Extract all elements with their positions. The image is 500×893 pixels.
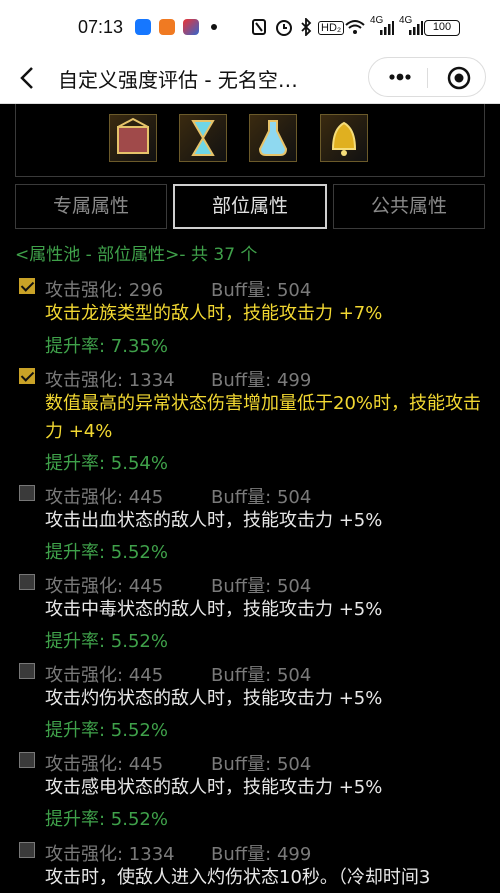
status-time: 07:13 <box>78 17 124 37</box>
buff-amount: Buff量: 499 <box>211 370 312 391</box>
improvement-rate: 提升率: 5.52% <box>45 542 168 563</box>
checkbox[interactable] <box>19 485 35 501</box>
tab-part-attributes[interactable]: 部位属性 <box>173 184 327 229</box>
improvement-rate: 提升率: 5.52% <box>45 631 168 652</box>
nfc-icon <box>252 19 266 35</box>
alarm-icon <box>276 20 292 36</box>
buff-amount: Buff量: 504 <box>211 665 312 686</box>
item-description: 攻击出血状态的敌人时，技能攻击力 +5% <box>45 510 383 531</box>
page-title: 自定义强度评估 - 无名空… <box>58 68 298 92</box>
item-description: 攻击灼伤状态的敌人时，技能攻击力 +5% <box>45 688 383 709</box>
attack-stat: 攻击强化: 1334 <box>45 370 175 391</box>
hd-icon: HD₂ <box>318 21 345 35</box>
attack-stat: 攻击强化: 445 <box>45 665 164 686</box>
improvement-rate: 提升率: 7.35% <box>45 336 168 357</box>
battery-icon: 100 <box>424 20 460 36</box>
bluetooth-icon <box>301 18 312 36</box>
basket-item-icon[interactable] <box>109 114 157 162</box>
alipay-app-icon <box>135 19 151 35</box>
attack-stat: 攻击强化: 445 <box>45 576 164 597</box>
capsule-divider <box>427 68 428 88</box>
colorful-app-icon <box>183 19 199 35</box>
improvement-rate: 提升率: 5.52% <box>45 720 168 741</box>
bell-item-icon[interactable] <box>320 114 368 162</box>
checkbox[interactable] <box>19 752 35 768</box>
buff-amount: Buff量: 504 <box>211 576 312 597</box>
attack-stat: 攻击强化: 1334 <box>45 844 175 865</box>
buff-amount: Buff量: 504 <box>211 280 312 301</box>
potion-item-icon[interactable] <box>249 114 297 162</box>
hourglass-item-icon[interactable] <box>179 114 227 162</box>
more-icon[interactable] <box>385 62 415 92</box>
status-bar: 07:13 HD₂ 4G 4G 100 <box>0 0 500 52</box>
checkbox[interactable] <box>19 842 35 858</box>
item-description: 数值最高的异常状态伤害增加量低于20%时，技能攻击力 +4% <box>45 393 482 442</box>
attack-stat: 攻击强化: 445 <box>45 487 164 508</box>
tab-exclusive-attributes[interactable]: 专属属性 <box>15 184 167 229</box>
item-description: 攻击感电状态的敌人时，技能攻击力 +5% <box>45 777 383 798</box>
checkbox[interactable] <box>19 278 35 294</box>
nav-bar: 自定义强度评估 - 无名空… <box>0 52 500 104</box>
back-arrow-icon[interactable] <box>14 64 42 92</box>
item-description: 攻击龙族类型的敌人时，技能攻击力 +7% <box>45 303 383 324</box>
improvement-rate: 提升率: 5.54% <box>45 453 168 474</box>
buff-amount: Buff量: 504 <box>211 754 312 775</box>
notification-dot-icon <box>211 24 217 30</box>
buff-amount: Buff量: 504 <box>211 487 312 508</box>
attack-stat: 攻击强化: 296 <box>45 280 164 301</box>
tab-public-attributes[interactable]: 公共属性 <box>333 184 485 229</box>
orange-app-icon <box>159 19 175 35</box>
attack-stat: 攻击强化: 445 <box>45 754 164 775</box>
checkbox[interactable] <box>19 574 35 590</box>
item-description: 攻击时，使敌人进入灼伤状态10秒。（冷却时间3 <box>45 867 431 888</box>
wifi-icon <box>345 20 365 34</box>
close-target-icon[interactable] <box>445 64 473 92</box>
signal-bars-icon <box>409 21 423 35</box>
checkbox[interactable] <box>19 663 35 679</box>
attribute-pool-header: <属性池 - 部位属性>- 共 37 个 <box>15 245 258 265</box>
checkbox[interactable] <box>19 368 35 384</box>
mini-program-capsule <box>368 57 486 97</box>
buff-amount: Buff量: 499 <box>211 844 312 865</box>
signal-bars-icon <box>380 21 394 35</box>
equipment-icon-panel <box>15 104 485 177</box>
improvement-rate: 提升率: 5.52% <box>45 809 168 830</box>
item-description: 攻击中毒状态的敌人时，技能攻击力 +5% <box>45 599 383 620</box>
